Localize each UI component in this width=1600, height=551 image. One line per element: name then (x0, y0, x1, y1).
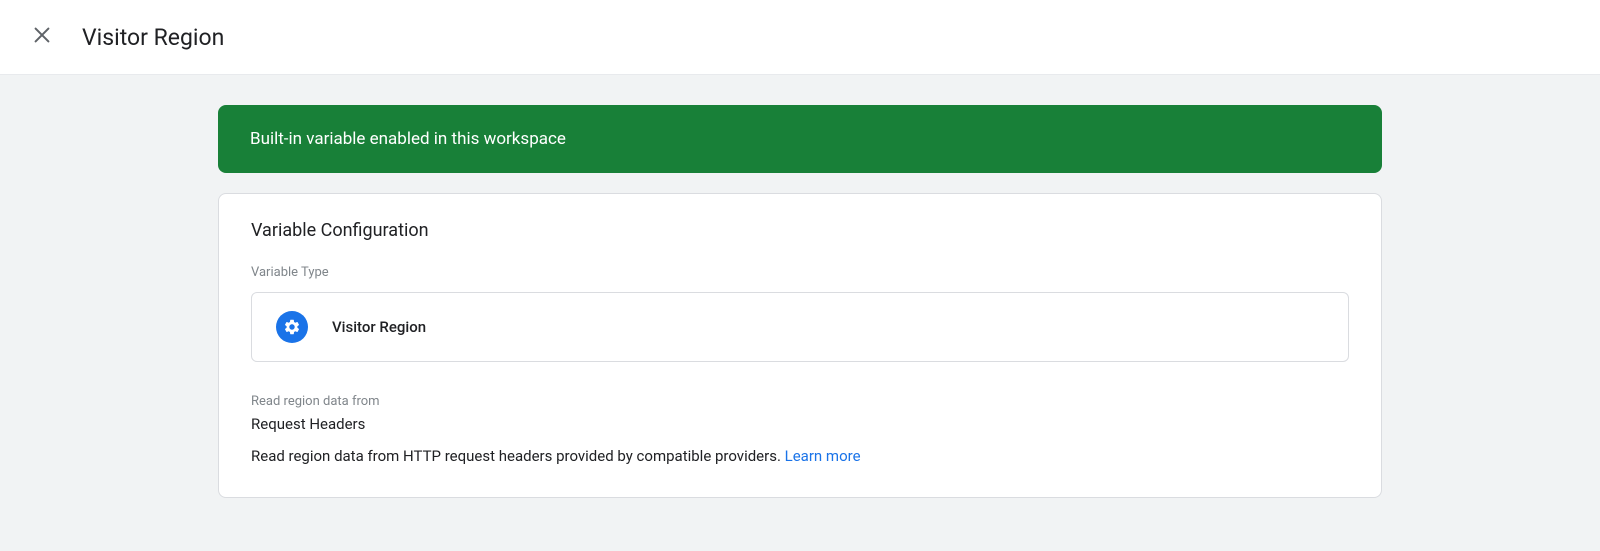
status-banner: Built-in variable enabled in this worksp… (218, 105, 1382, 173)
page-title: Visitor Region (82, 24, 224, 51)
description-body: Read region data from HTTP request heade… (251, 447, 785, 465)
close-button[interactable] (30, 25, 54, 49)
variable-type-label: Variable Type (251, 265, 1349, 280)
read-region-value: Request Headers (251, 415, 1349, 433)
banner-text: Built-in variable enabled in this worksp… (250, 129, 566, 149)
learn-more-link[interactable]: Learn more (785, 447, 861, 465)
card-title: Variable Configuration (251, 220, 1349, 241)
gear-icon (276, 311, 308, 343)
read-region-label: Read region data from (251, 394, 1349, 409)
variable-type-value: Visitor Region (332, 318, 426, 336)
variable-config-card: Variable Configuration Variable Type Vis… (218, 193, 1382, 498)
dialog-header: Visitor Region (0, 0, 1600, 75)
close-icon (31, 24, 53, 50)
description-text: Read region data from HTTP request heade… (251, 447, 1349, 465)
content-area: Built-in variable enabled in this worksp… (0, 75, 1600, 551)
variable-type-selector[interactable]: Visitor Region (251, 292, 1349, 362)
